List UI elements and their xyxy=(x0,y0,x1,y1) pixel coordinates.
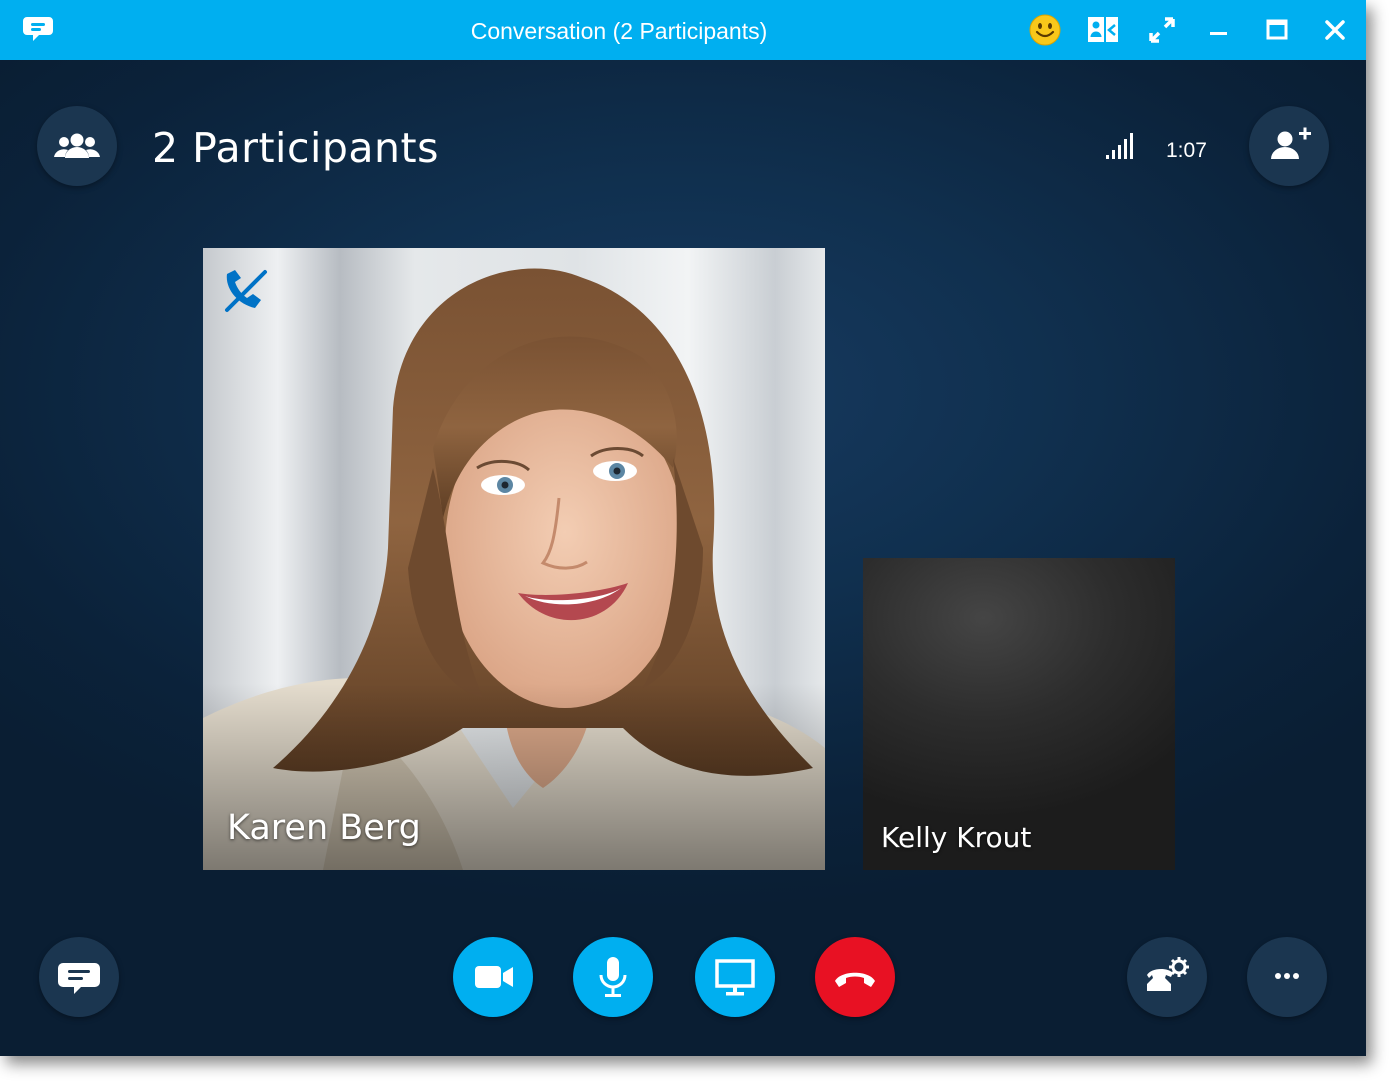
present-button[interactable] xyxy=(695,937,775,1017)
microphone-button[interactable] xyxy=(573,937,653,1017)
people-icon xyxy=(54,133,100,158)
add-people-button[interactable] xyxy=(1249,106,1329,186)
signal-strength-icon xyxy=(1106,133,1133,159)
participant-name: Kelly Krout xyxy=(881,821,1032,854)
present-screen-icon xyxy=(715,959,755,996)
call-controls-button[interactable] xyxy=(1127,937,1207,1017)
add-person-icon xyxy=(1271,127,1311,159)
microphone-icon xyxy=(599,957,627,997)
full-screen-icon[interactable] xyxy=(1145,13,1179,47)
hang-up-icon xyxy=(835,972,875,987)
participants-button[interactable] xyxy=(37,106,117,186)
phone-muted-icon xyxy=(225,270,267,312)
video-button[interactable] xyxy=(453,937,533,1017)
conversation-button[interactable] xyxy=(39,937,119,1017)
emoji-icon[interactable] xyxy=(1028,13,1062,47)
participant-name: Karen Berg xyxy=(227,808,421,848)
video-camera-icon xyxy=(475,966,513,988)
call-controls-icon xyxy=(1147,957,1189,991)
participant-tile-kelly-krout[interactable]: Kelly Krout xyxy=(863,558,1175,870)
maximize-icon[interactable] xyxy=(1260,13,1294,47)
participant-tile-karen-berg[interactable]: Karen Berg xyxy=(203,248,825,870)
minimize-icon[interactable] xyxy=(1202,13,1236,47)
participants-count-title: 2 Participants xyxy=(152,124,439,172)
contact-card-icon[interactable] xyxy=(1086,13,1120,47)
more-options-button[interactable] xyxy=(1247,937,1327,1017)
hang-up-button[interactable] xyxy=(815,937,895,1017)
close-icon[interactable] xyxy=(1318,13,1352,47)
conversation-icon xyxy=(58,963,100,994)
participant-photo xyxy=(203,248,825,870)
conversation-window: Conversation (2 Participants) 2 Particip… xyxy=(0,0,1366,1056)
call-duration: 1:07 xyxy=(1166,139,1207,162)
more-options-icon xyxy=(1275,973,1299,979)
title-bar: Conversation (2 Participants) xyxy=(0,0,1366,60)
